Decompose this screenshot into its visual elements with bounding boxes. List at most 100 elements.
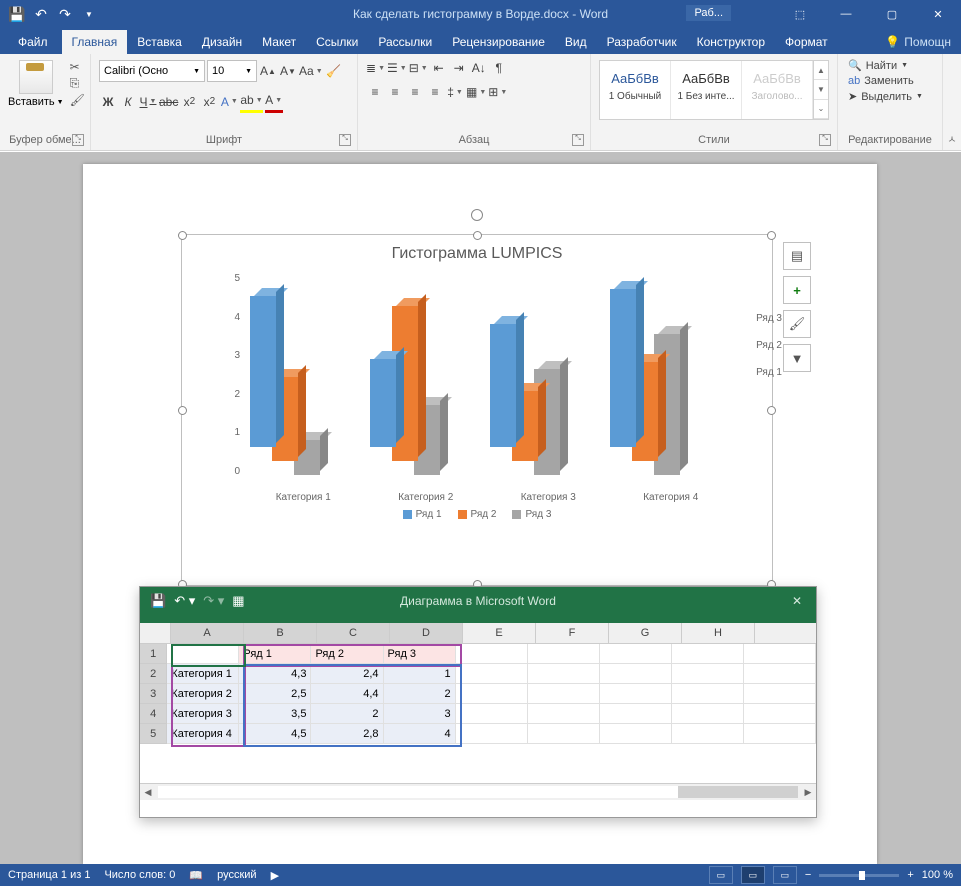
tab-view[interactable]: Вид (555, 30, 597, 54)
document-canvas[interactable]: Гистограмма LUMPICS 012345 Ряд 3Ряд 2Ряд… (0, 152, 961, 864)
align-center-icon[interactable]: ≡ (386, 82, 404, 102)
web-layout-icon[interactable]: ▭ (773, 866, 797, 884)
underline-button[interactable]: Ч▼ (139, 92, 157, 112)
cell[interactable]: Ряд 1 (239, 644, 311, 664)
col-header[interactable]: F (536, 623, 609, 643)
cell[interactable] (744, 664, 816, 684)
sheet-hscroll[interactable]: ◀ ▶ (140, 783, 816, 800)
read-mode-icon[interactable]: ▭ (709, 866, 733, 884)
cell[interactable] (167, 644, 239, 664)
gallery-more-icon[interactable]: ⌄ (814, 100, 828, 119)
scroll-right-icon[interactable]: ▶ (800, 787, 816, 798)
chart-plot-area[interactable]: 012345 Ряд 3Ряд 2Ряд 1 Категория 1Катего… (242, 273, 732, 503)
para-launcher[interactable]: ⤡ (572, 134, 584, 146)
spreadsheet[interactable]: ABCDEFGH 1Ряд 1Ряд 2Ряд 32Категория 14,3… (140, 623, 816, 783)
chart-object[interactable]: Гистограмма LUMPICS 012345 Ряд 3Ряд 2Ряд… (181, 234, 773, 586)
minimize-button[interactable]: — (823, 0, 869, 28)
zoom-level[interactable]: 100 % (922, 869, 953, 881)
text-effects-icon[interactable]: A▼ (220, 92, 238, 112)
cell[interactable]: 2,8 (311, 724, 383, 744)
highlight-icon[interactable]: ab▼ (240, 90, 262, 113)
cell[interactable]: Ряд 2 (311, 644, 383, 664)
zoom-slider[interactable] (819, 874, 899, 877)
superscript-button[interactable]: x2 (200, 92, 218, 112)
cell[interactable] (456, 724, 528, 744)
cell[interactable] (456, 644, 528, 664)
tab-references[interactable]: Ссылки (306, 30, 368, 54)
tab-review[interactable]: Рецензирование (442, 30, 555, 54)
cell[interactable] (528, 664, 600, 684)
excel-edit-icon[interactable]: ▦ (232, 593, 244, 609)
increase-indent-icon[interactable]: ⇥ (450, 58, 468, 78)
gallery-down-icon[interactable]: ▼ (814, 80, 828, 99)
cell[interactable] (744, 644, 816, 664)
row-header[interactable]: 2 (140, 664, 167, 684)
change-case-icon[interactable]: Aa▼ (299, 61, 323, 81)
style-normal[interactable]: АаБбВв1 Обычный (600, 61, 671, 119)
styles-launcher[interactable]: ⤡ (819, 134, 831, 146)
resize-handle[interactable] (767, 406, 776, 415)
chart-filters-icon[interactable]: ▼ (783, 344, 811, 372)
tab-insert[interactable]: Вставка (127, 30, 192, 54)
close-button[interactable]: ✕ (915, 0, 961, 28)
shading-icon[interactable]: ▦▼ (466, 82, 486, 102)
clear-format-icon[interactable]: 🧹 (325, 61, 343, 81)
col-header[interactable]: C (317, 623, 390, 643)
cell[interactable]: 4,4 (311, 684, 383, 704)
cell[interactable] (600, 644, 672, 664)
replace-button[interactable]: abЗаменить (846, 74, 916, 88)
cell[interactable]: 3 (384, 704, 456, 724)
excel-redo-icon[interactable]: ↷ ▾ (203, 593, 224, 609)
cell[interactable] (672, 684, 744, 704)
rotate-handle[interactable] (471, 209, 483, 221)
redo-icon[interactable]: ↷ (56, 5, 74, 23)
page-indicator[interactable]: Страница 1 из 1 (8, 869, 90, 881)
zoom-in-icon[interactable]: + (907, 869, 913, 881)
legend-item[interactable]: Ряд 1 (403, 509, 442, 520)
cell[interactable] (528, 684, 600, 704)
font-color-icon[interactable]: A▼ (265, 90, 283, 113)
cell[interactable]: Категория 3 (167, 704, 239, 724)
cell[interactable] (744, 724, 816, 744)
bar[interactable] (490, 324, 516, 447)
cell[interactable] (600, 684, 672, 704)
cell[interactable]: 1 (384, 664, 456, 684)
maximize-button[interactable]: ▢ (869, 0, 915, 28)
font-name-combo[interactable]: Calibri (Осно▼ (99, 60, 205, 82)
grow-font-icon[interactable]: A▲ (259, 61, 277, 81)
scroll-thumb[interactable] (678, 786, 798, 798)
cell[interactable] (456, 704, 528, 724)
row-header[interactable]: 1 (140, 644, 167, 664)
tab-mailings[interactable]: Рассылки (368, 30, 442, 54)
bar[interactable] (370, 359, 396, 447)
legend-item[interactable]: Ряд 3 (512, 509, 551, 520)
cell[interactable] (672, 664, 744, 684)
row-header[interactable]: 4 (140, 704, 167, 724)
select-all-corner[interactable] (140, 623, 171, 643)
cut-icon[interactable]: ✂ (70, 60, 85, 74)
cell[interactable]: 2 (311, 704, 383, 724)
chart-styles-icon[interactable]: 🖌 (783, 310, 811, 338)
subscript-button[interactable]: x2 (180, 92, 198, 112)
cell[interactable]: Категория 4 (167, 724, 239, 744)
tab-home[interactable]: Главная (62, 30, 128, 54)
cell[interactable] (744, 684, 816, 704)
tab-file[interactable]: Файл (4, 30, 62, 54)
cell[interactable]: 3,5 (239, 704, 311, 724)
legend-item[interactable]: Ряд 2 (458, 509, 497, 520)
collapse-ribbon-icon[interactable]: ㅅ (943, 54, 961, 150)
align-right-icon[interactable]: ≡ (406, 82, 424, 102)
tab-layout[interactable]: Макет (252, 30, 306, 54)
bar[interactable] (250, 296, 276, 447)
row-header[interactable]: 3 (140, 684, 167, 704)
shrink-font-icon[interactable]: A▼ (279, 61, 297, 81)
chart-title[interactable]: Гистограмма LUMPICS (182, 235, 772, 273)
find-button[interactable]: 🔍Найти▼ (846, 58, 910, 73)
cell[interactable] (456, 684, 528, 704)
cell[interactable]: 4,3 (239, 664, 311, 684)
paste-button[interactable]: Вставить▼ (4, 58, 68, 110)
resize-handle[interactable] (178, 406, 187, 415)
cell[interactable] (744, 704, 816, 724)
ribbon-options-icon[interactable]: ⬚ (777, 0, 823, 28)
cell[interactable] (528, 724, 600, 744)
